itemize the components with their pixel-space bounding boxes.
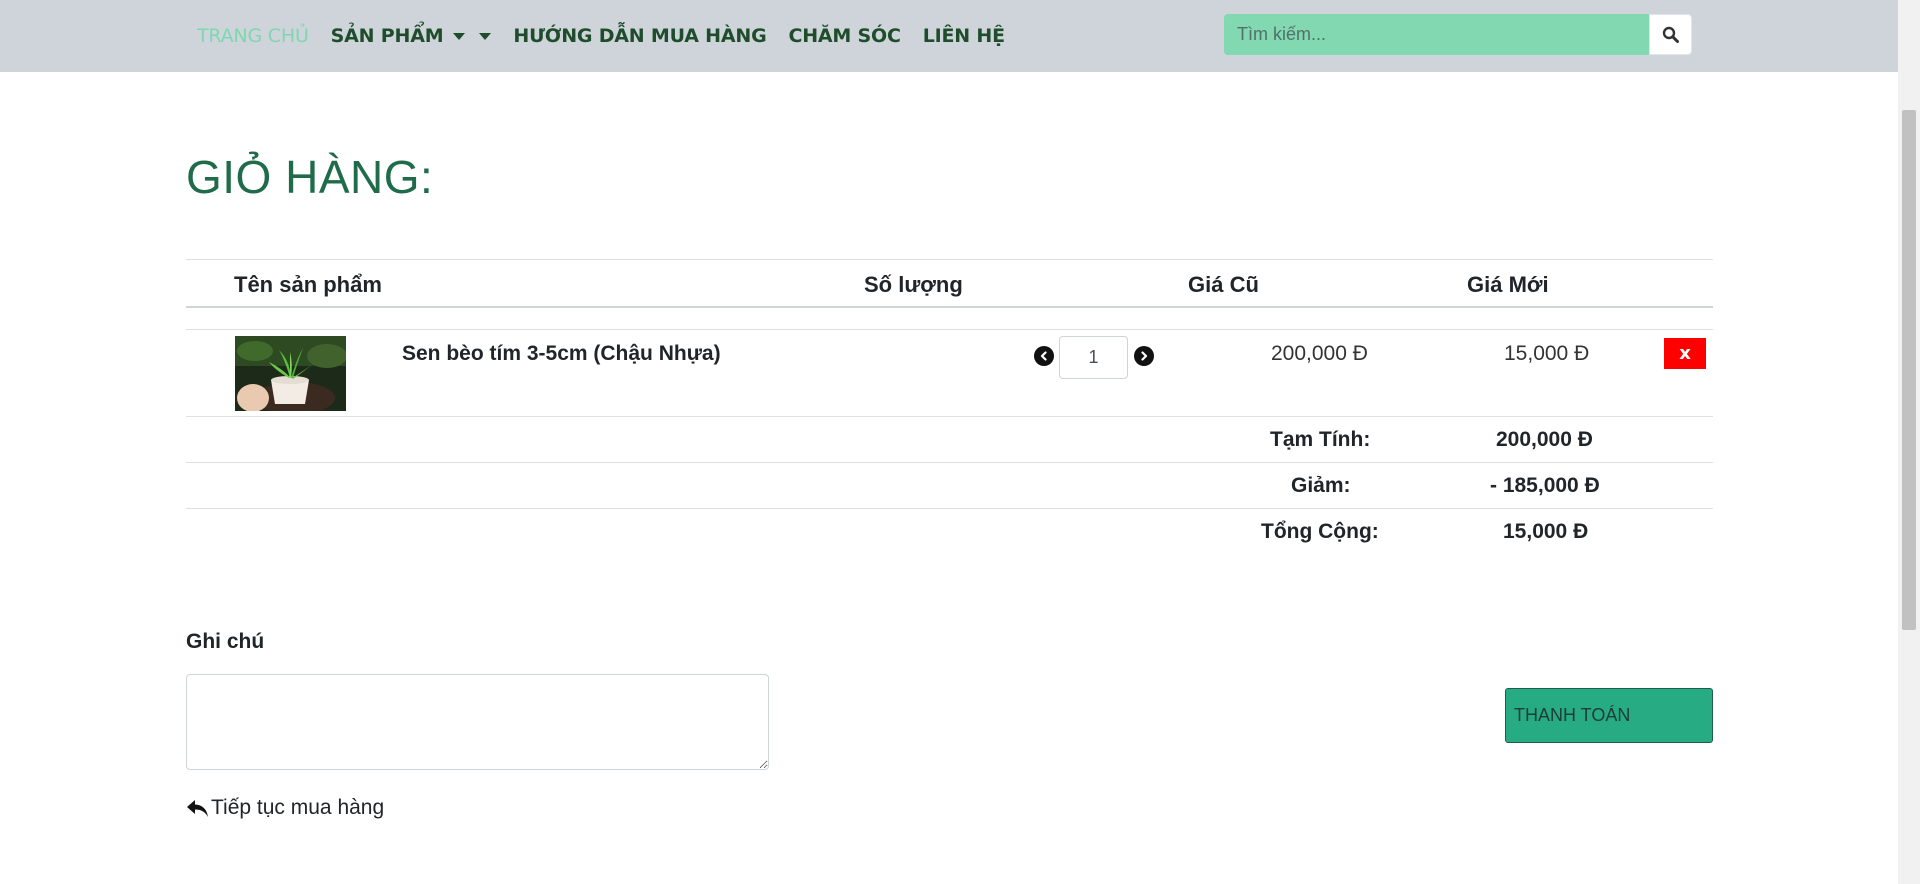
continue-shopping-link[interactable]: Tiếp tục mua hàng	[186, 796, 384, 820]
note-label: Ghi chú	[186, 630, 265, 653]
page-title: GIỎ HÀNG:	[186, 151, 434, 203]
cart-page: TRANG CHỦ SẢN PHẨM HƯỚNG DẪN MUA HÀNG CH…	[0, 0, 1920, 884]
checkout-button[interactable]: THANH TOÁN	[1505, 688, 1713, 743]
chevron-right-icon	[1141, 351, 1148, 361]
total-value: 15,000 Đ	[1503, 520, 1589, 543]
nav-links: TRANG CHỦ SẢN PHẨM HƯỚNG DẪN MUA HÀNG CH…	[197, 22, 1005, 50]
plant-pot-image	[235, 336, 346, 411]
nav-item-contact[interactable]: LIÊN HỆ	[923, 25, 1005, 47]
product-name[interactable]: Sen bèo tím 3-5cm (Chậu Nhựa)	[402, 342, 721, 366]
search-icon	[1662, 26, 1679, 43]
new-price: 15,000 Đ	[1504, 342, 1590, 365]
subtotal-label: Tạm Tính:	[1270, 428, 1371, 451]
table-header-border	[186, 306, 1713, 308]
product-image[interactable]	[235, 336, 346, 411]
continue-shopping-label: Tiếp tục mua hàng	[211, 796, 385, 819]
top-navbar: TRANG CHỦ SẢN PHẨM HƯỚNG DẪN MUA HÀNG CH…	[0, 0, 1898, 72]
note-textarea[interactable]	[186, 674, 769, 770]
search-input[interactable]	[1224, 14, 1649, 55]
nav-item-products-label: SẢN PHẨM	[330, 25, 444, 47]
search-bar	[1224, 14, 1692, 55]
chevron-left-icon	[1040, 351, 1047, 361]
caret-down-icon[interactable]	[479, 33, 492, 40]
column-header-new-price: Giá Mới	[1467, 272, 1549, 297]
column-header-product: Tên sản phẩm	[234, 272, 382, 297]
subtotal-value: 200,000 Đ	[1496, 428, 1593, 451]
quantity-increase-button[interactable]	[1134, 346, 1154, 366]
total-label: Tổng Cộng:	[1261, 520, 1379, 543]
scrollbar-thumb[interactable]	[1902, 110, 1916, 630]
table-row-border	[186, 416, 1713, 417]
quantity-decrease-button[interactable]	[1034, 346, 1054, 366]
reply-arrow-icon	[187, 800, 208, 817]
discount-value: - 185,000 Đ	[1490, 474, 1600, 497]
column-header-old-price: Giá Cũ	[1188, 272, 1259, 297]
column-header-quantity: Số lượng	[864, 272, 963, 297]
discount-label: Giảm:	[1291, 474, 1351, 497]
table-row-border	[186, 329, 1713, 330]
old-price: 200,000 Đ	[1271, 342, 1368, 365]
caret-down-icon	[453, 33, 466, 40]
search-button[interactable]	[1649, 14, 1692, 55]
summary-border	[186, 462, 1713, 463]
summary-border	[186, 508, 1713, 509]
nav-item-products[interactable]: SẢN PHẨM	[331, 25, 492, 47]
table-top-border	[186, 259, 1713, 260]
nav-item-buying-guide[interactable]: HƯỚNG DẪN MUA HÀNG	[513, 25, 766, 47]
quantity-input[interactable]	[1059, 336, 1128, 379]
remove-item-button[interactable]: x	[1664, 338, 1706, 369]
nav-item-home[interactable]: TRANG CHỦ	[197, 25, 309, 47]
nav-item-care[interactable]: CHĂM SÓC	[788, 25, 900, 47]
